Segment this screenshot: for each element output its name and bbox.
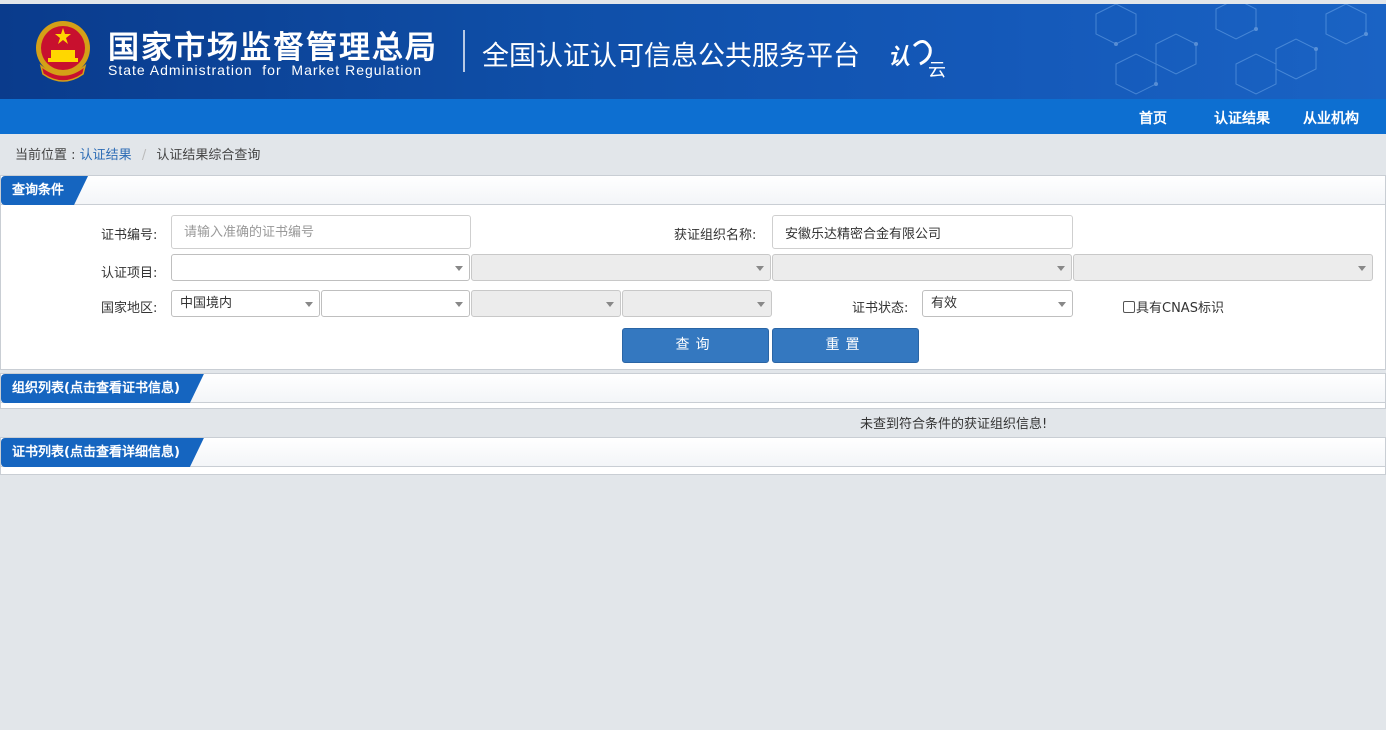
chevron-down-icon [305, 302, 313, 307]
chevron-down-icon [455, 266, 463, 271]
site-header-banner: 国家市场监督管理总局 State Administration for Mark… [0, 4, 1386, 99]
project-label: 认证项目: [101, 266, 158, 281]
breadcrumb-link-cert-results[interactable]: 认证结果 [80, 148, 132, 163]
nav-cert-results[interactable]: 认证结果 [1214, 108, 1270, 128]
svg-text:认: 认 [888, 45, 910, 70]
region-select-city [471, 290, 621, 317]
region-label: 国家地区: [101, 301, 158, 316]
header-divider [463, 30, 465, 72]
org-name-input[interactable] [772, 215, 1073, 249]
org-list-panel-title: 组织列表(点击查看证书信息) [1, 374, 204, 403]
chevron-down-icon [756, 266, 764, 271]
agency-name-english: State Administration for Market Regulati… [108, 62, 423, 78]
org-name-label: 获证组织名称: [674, 228, 757, 243]
cnas-checkbox-label: 具有CNAS标识 [1136, 301, 1224, 316]
org-list-panel-header: 组织列表(点击查看证书信息) [1, 374, 1385, 403]
project-select-2 [471, 254, 771, 281]
cnas-checkbox-row[interactable]: 具有CNAS标识 [1123, 297, 1224, 316]
breadcrumb-prefix: 当前位置 : [15, 148, 76, 163]
main-navbar: 首页 认证结果 从业机构 [0, 99, 1386, 134]
region-select-province[interactable] [321, 290, 470, 317]
breadcrumb: 当前位置 : 认证结果 / 认证结果综合查询 [15, 144, 260, 163]
status-select[interactable]: 有效 [922, 290, 1073, 317]
platform-title: 全国认证认可信息公共服务平台 [482, 41, 860, 72]
nav-institutions[interactable]: 从业机构 [1303, 108, 1359, 128]
chevron-down-icon [1058, 302, 1066, 307]
breadcrumb-separator: / [141, 148, 147, 163]
status-select-value: 有效 [931, 296, 958, 311]
cert-list-panel-title: 证书列表(点击查看详细信息) [1, 438, 204, 467]
svg-text:云: 云 [928, 60, 946, 78]
org-list-panel: 组织列表(点击查看证书信息) [0, 373, 1386, 409]
status-label: 证书状态: [852, 301, 909, 316]
region-select-value: 中国境内 [180, 296, 233, 311]
chevron-down-icon [606, 302, 614, 307]
region-select-country[interactable]: 中国境内 [171, 290, 320, 317]
org-list-empty-message: 未查到符合条件的获证组织信息! [860, 417, 1048, 432]
cert-no-input[interactable] [171, 215, 471, 249]
cert-list-panel: 证书列表(点击查看详细信息) [0, 437, 1386, 475]
cloud-logo-icon: 认 云 [888, 40, 946, 78]
chevron-down-icon [1057, 266, 1065, 271]
chevron-down-icon [1358, 266, 1366, 271]
query-button[interactable]: 查询 [622, 328, 769, 363]
project-select-4 [1073, 254, 1373, 281]
chevron-down-icon [757, 302, 765, 307]
nav-home[interactable]: 首页 [1139, 108, 1167, 128]
project-select-1[interactable] [171, 254, 470, 281]
cert-no-label: 证书编号: [101, 228, 158, 243]
query-panel-title: 查询条件 [1, 176, 88, 205]
national-emblem-icon [36, 21, 90, 82]
cert-list-panel-header: 证书列表(点击查看详细信息) [1, 438, 1385, 467]
hexagon-pattern-decoration [1095, 4, 1368, 95]
agency-name-chinese: 国家市场监督管理总局 [108, 30, 438, 66]
cnas-checkbox[interactable] [1123, 300, 1135, 313]
region-select-district [622, 290, 772, 317]
project-select-3 [772, 254, 1072, 281]
breadcrumb-current: 认证结果综合查询 [156, 148, 261, 163]
query-panel-header: 查询条件 [1, 176, 1385, 205]
reset-button[interactable]: 重置 [772, 328, 919, 363]
chevron-down-icon [455, 302, 463, 307]
